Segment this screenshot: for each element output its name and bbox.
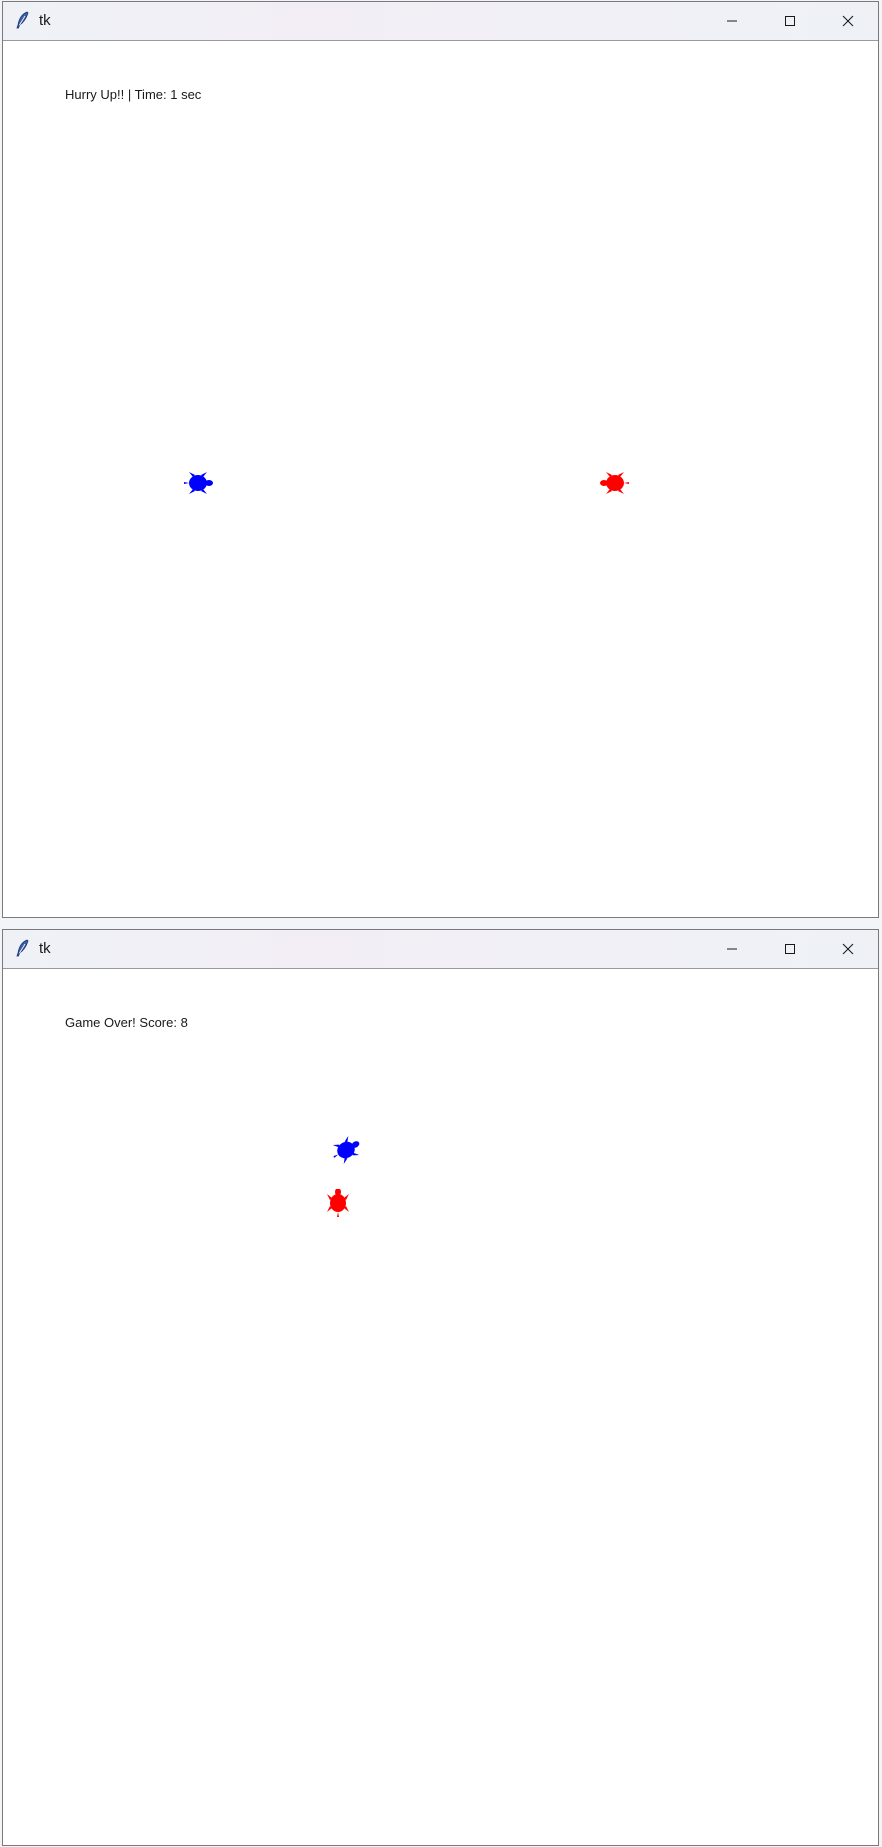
close-button[interactable] [819,2,877,40]
maximize-button[interactable] [761,930,819,968]
tk-window-1: tk Hurry Up!! | Time: 1 sec [2,1,879,918]
status-text: Game Over! Score: 8 [65,1015,188,1030]
tk-window-2: tk Game Over! Score: 8 [2,929,879,1846]
title-bar[interactable]: tk [3,2,878,41]
close-icon [842,15,854,27]
title-bar[interactable]: tk [3,930,878,969]
red-turtle [600,472,629,494]
status-text: Hurry Up!! | Time: 1 sec [65,87,202,102]
maximize-icon [785,944,795,954]
close-button[interactable] [819,930,877,968]
desktop: tk Hurry Up!! | Time: 1 sec tk Game Over… [0,0,882,1847]
blue-turtle [184,472,213,494]
game-canvas[interactable]: Game Over! Score: 8 [3,969,878,1845]
game-canvas[interactable]: Hurry Up!! | Time: 1 sec [3,41,878,917]
blue-turtle [332,1136,360,1164]
red-turtle [327,1189,349,1217]
maximize-button[interactable] [761,2,819,40]
maximize-icon [785,16,795,26]
minimize-button[interactable] [703,2,761,40]
close-icon [842,943,854,955]
minimize-button[interactable] [703,930,761,968]
feather-icon [16,11,29,29]
minimize-icon [727,948,737,950]
window-title: tk [39,940,51,957]
feather-icon [16,939,29,957]
minimize-icon [727,20,737,22]
window-title: tk [39,12,51,29]
